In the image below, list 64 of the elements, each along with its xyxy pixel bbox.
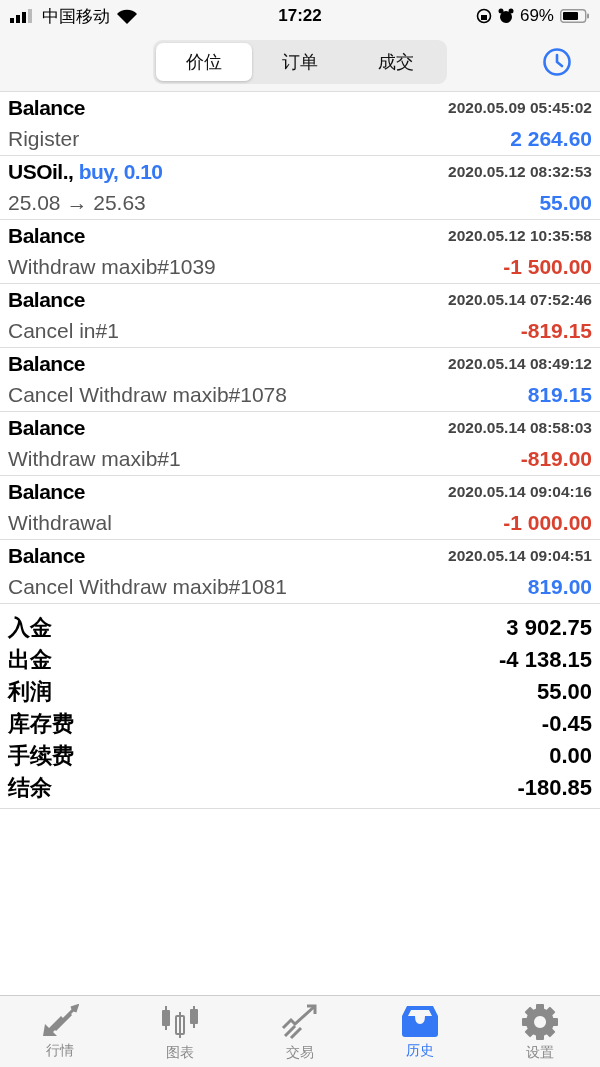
deal-time: 2020.05.12 08:32:53 bbox=[448, 162, 592, 181]
clock-icon[interactable] bbox=[542, 47, 572, 77]
summary-value: -0.45 bbox=[541, 711, 592, 737]
summary-value: 0.00 bbox=[549, 743, 592, 769]
summary-value: 55.00 bbox=[536, 679, 592, 705]
deal-time: 2020.05.14 09:04:51 bbox=[448, 546, 592, 565]
deal-amount: 2 264.60 bbox=[509, 127, 592, 152]
deal-description: Cancel Withdraw maxib#1081 bbox=[8, 575, 288, 600]
segment-tab[interactable]: 价位 bbox=[156, 42, 252, 81]
deal-amount: -1 500.00 bbox=[502, 255, 592, 280]
deal-amount: 55.00 bbox=[538, 191, 592, 216]
deal-description: Withdrawal bbox=[8, 511, 113, 536]
wifi-icon bbox=[116, 8, 138, 24]
summary-value: -4 138.15 bbox=[499, 647, 592, 673]
candlestick-icon bbox=[161, 1004, 199, 1040]
deal-title: Balance bbox=[8, 351, 87, 376]
battery-icon bbox=[560, 9, 590, 23]
summary-label: 出金 bbox=[8, 646, 52, 674]
deal-time: 2020.05.14 07:52:46 bbox=[448, 290, 592, 309]
deal-description: Withdraw maxib#1039 bbox=[8, 255, 217, 280]
tab-bar-item[interactable]: 设置 bbox=[480, 996, 600, 1067]
summary-label: 库存费 bbox=[8, 710, 74, 738]
deal-title: Balance bbox=[8, 223, 87, 248]
deal-amount: -819.15 bbox=[519, 319, 592, 344]
deal-time: 2020.05.12 10:35:58 bbox=[448, 226, 592, 245]
settings-icon bbox=[522, 1004, 558, 1040]
deal-amount: 819.00 bbox=[526, 575, 592, 600]
carrier-name: 中国移动 bbox=[42, 5, 110, 28]
deal-title: USOil., buy, 0.10 bbox=[8, 159, 164, 184]
summary-label: 结余 bbox=[8, 774, 52, 802]
summary-label: 入金 bbox=[8, 614, 52, 642]
deal-amount: -819.00 bbox=[519, 447, 592, 472]
arrows-icon bbox=[41, 1004, 79, 1038]
battery-percent: 69% bbox=[519, 6, 554, 26]
deal-description: 25.08 → 25.63 bbox=[8, 191, 147, 216]
deal-title: Balance bbox=[8, 543, 87, 568]
deal-title: Balance bbox=[8, 287, 87, 312]
deal-description: Cancel Withdraw maxib#1078 bbox=[8, 383, 288, 408]
tab-bar-item[interactable]: 图表 bbox=[120, 996, 240, 1067]
segment-tab[interactable]: 订单 bbox=[252, 42, 348, 81]
summary-value: -180.85 bbox=[517, 775, 592, 801]
deal-description: Cancel in#1 bbox=[8, 319, 120, 344]
rotation-lock-icon bbox=[475, 8, 492, 24]
deal-time: 2020.05.09 05:45:02 bbox=[448, 98, 592, 117]
tab-bar-item[interactable]: 历史 bbox=[360, 996, 480, 1067]
deal-title: Balance bbox=[8, 415, 87, 440]
trend-arrow-icon bbox=[281, 1004, 319, 1040]
deal-title: Balance bbox=[8, 479, 87, 504]
summary-value: 3 902.75 bbox=[506, 615, 592, 641]
deal-description: Withdraw maxib#1 bbox=[8, 447, 182, 472]
inbox-icon bbox=[401, 1004, 439, 1038]
segment-tab[interactable]: 成交 bbox=[348, 42, 444, 81]
deal-time: 2020.05.14 08:49:12 bbox=[448, 354, 592, 373]
deal-time: 2020.05.14 09:04:16 bbox=[448, 482, 592, 501]
summary-label: 手续费 bbox=[8, 742, 74, 770]
tab-bar-item[interactable]: 交易 bbox=[240, 996, 360, 1067]
deal-time: 2020.05.14 08:58:03 bbox=[448, 418, 592, 437]
summary-label: 利润 bbox=[8, 678, 52, 706]
deal-title: Balance bbox=[8, 95, 87, 120]
deal-amount: 819.15 bbox=[526, 383, 592, 408]
deal-amount: -1 000.00 bbox=[502, 511, 592, 536]
tab-bar-item[interactable]: 行情 bbox=[0, 996, 120, 1067]
clock-time: 17:22 bbox=[278, 6, 322, 26]
deal-description: Rigister bbox=[8, 127, 81, 152]
